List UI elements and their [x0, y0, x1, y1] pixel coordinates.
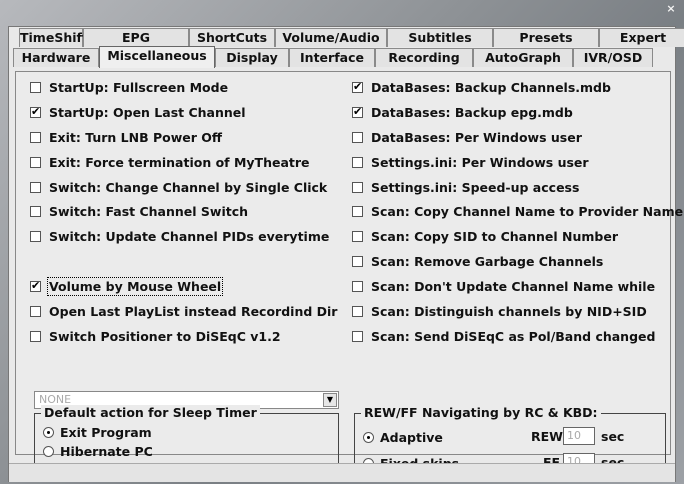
option-label: Scan: Don't Update Channel Name while [371, 278, 656, 294]
option-databases-backup-epg-mdb[interactable]: DataBases: Backup epg.mdb [352, 104, 573, 120]
option-label: StartUp: Open Last Channel [49, 104, 246, 120]
option-startup-open-last-channel[interactable]: StartUp: Open Last Channel [30, 104, 246, 120]
option-switch-positioner-to-diseqc-v1-2[interactable]: Switch Positioner to DiSEqC v1.2 [30, 328, 281, 344]
option-label: Volume by Mouse Wheel [46, 276, 224, 296]
radio-exit-program[interactable]: Exit Program [43, 424, 152, 440]
rew-unit: sec [601, 429, 625, 444]
option-scan-copy-sid-to-channel-number[interactable]: Scan: Copy SID to Channel Number [352, 228, 618, 244]
option-label: Scan: Send DiSEqC as Pol/Band changed [371, 328, 656, 344]
checkbox[interactable] [30, 330, 41, 342]
option-databases-per-windows-user[interactable]: DataBases: Per Windows user [352, 129, 582, 145]
checkbox[interactable] [352, 205, 363, 217]
checkbox[interactable] [30, 156, 41, 168]
checkbox[interactable] [30, 305, 41, 317]
option-scan-remove-garbage-channels[interactable]: Scan: Remove Garbage Channels [352, 253, 603, 269]
checkbox[interactable] [352, 330, 363, 342]
tab-autograph[interactable]: AutoGraph [473, 48, 573, 67]
checkbox[interactable] [30, 279, 41, 292]
checkbox[interactable] [30, 181, 41, 193]
status-bar [9, 463, 675, 482]
checkbox[interactable] [30, 81, 41, 93]
tab-epg[interactable]: EPG [83, 28, 189, 47]
radio-hibernate-pc[interactable]: Hibernate PC [43, 443, 153, 459]
tab-subtitles[interactable]: Subtitles [387, 28, 493, 47]
option-label: Settings.ini: Per Windows user [371, 154, 589, 170]
checkbox[interactable] [352, 305, 363, 317]
checkbox[interactable] [352, 131, 363, 143]
option-label: Scan: Copy Channel Name to Provider Name [371, 203, 684, 219]
radio-label: Adaptive [380, 429, 443, 445]
checkbox[interactable] [352, 280, 363, 292]
tab-timeshift[interactable]: TimeShift [19, 28, 88, 47]
tab-row-bottom: Hardware Miscellaneous Display Interface Rec… [9, 46, 679, 68]
rew-label: REW [531, 429, 563, 444]
option-settings-ini-speed-up-access[interactable]: Settings.ini: Speed-up access [352, 179, 579, 195]
tab-hardware[interactable]: Hardware [13, 48, 99, 67]
option-label: Scan: Distinguish channels by NID+SID [371, 303, 647, 319]
option-switch-change-channel-by-single-click[interactable]: Switch: Change Channel by Single Click [30, 179, 327, 195]
option-scan-don-t-update-channel-name-while[interactable]: Scan: Don't Update Channel Name while [352, 278, 655, 294]
radio-button[interactable] [43, 426, 54, 438]
checkbox[interactable] [352, 255, 363, 267]
checkbox[interactable] [352, 105, 363, 118]
option-label: Settings.ini: Speed-up access [371, 179, 580, 195]
tab-row-top: TimeShift EPG ShortCuts Volume/Audio Subtitl… [9, 28, 684, 48]
option-label: DataBases: Backup epg.mdb [371, 104, 573, 120]
close-icon[interactable]: × [663, 2, 679, 16]
radio-adaptive[interactable]: Adaptive [363, 429, 443, 445]
option-label: DataBases: Per Windows user [371, 129, 582, 145]
tab-presets[interactable]: Presets [493, 28, 599, 47]
checkbox[interactable] [352, 230, 363, 242]
chevron-down-icon[interactable]: ▼ [323, 393, 337, 407]
option-label: StartUp: Fullscreen Mode [49, 79, 229, 95]
checkbox[interactable] [30, 131, 41, 143]
sleep-timer-group-title: Default action for Sleep Timer [41, 405, 260, 420]
radio-label: Exit Program [60, 424, 152, 440]
option-scan-send-diseqc-as-pol-band-changed[interactable]: Scan: Send DiSEqC as Pol/Band changed [352, 328, 655, 344]
option-exit-turn-lnb-power-off[interactable]: Exit: Turn LNB Power Off [30, 129, 222, 145]
radio-button[interactable] [43, 445, 54, 457]
option-label: Open Last PlayList instead Recordind Dir [49, 303, 338, 319]
option-scan-distinguish-channels-by-nid-sid[interactable]: Scan: Distinguish channels by NID+SID [352, 303, 647, 319]
tab-expert[interactable]: Expert [599, 28, 684, 47]
option-switch-fast-channel-switch[interactable]: Switch: Fast Channel Switch [30, 203, 248, 219]
option-label: Scan: Remove Garbage Channels [371, 253, 604, 269]
option-label: Switch: Update Channel PIDs everytime [49, 228, 330, 244]
tab-volume-audio[interactable]: Volume/Audio [275, 28, 387, 47]
tab-display[interactable]: Display [215, 48, 289, 67]
option-label: Scan: Copy SID to Channel Number [371, 228, 618, 244]
option-open-last-playlist-instead-recordind-dir[interactable]: Open Last PlayList instead Recordind Dir [30, 303, 337, 319]
tab-shortcuts[interactable]: ShortCuts [189, 28, 275, 47]
option-exit-force-termination-of-mytheatre[interactable]: Exit: Force termination of MyTheatre [30, 154, 310, 170]
checkbox[interactable] [352, 181, 363, 193]
options-window: TimeShift EPG ShortCuts Volume/Audio Subtitl… [8, 26, 684, 482]
checkbox[interactable] [30, 205, 41, 217]
rew-input[interactable]: 10 [563, 427, 595, 445]
tab-miscellaneous[interactable]: Miscellaneous [99, 46, 215, 68]
tab-interface[interactable]: Interface [289, 48, 375, 67]
option-label: DataBases: Backup Channels.mdb [371, 79, 611, 95]
tab-recording[interactable]: Recording [375, 48, 473, 67]
checkbox[interactable] [352, 80, 363, 93]
radio-button[interactable] [363, 431, 374, 443]
radio-label: Hibernate PC [60, 443, 153, 459]
option-switch-update-channel-pids-everytime[interactable]: Switch: Update Channel PIDs everytime [30, 228, 329, 244]
option-label: Exit: Turn LNB Power Off [49, 129, 223, 145]
checkbox[interactable] [30, 230, 41, 242]
rew-ff-group-title: REW/FF Navigating by RC & KBD: [361, 405, 601, 420]
option-label: Switch: Change Channel by Single Click [49, 179, 328, 195]
tab-ivr-osd[interactable]: IVR/OSD [573, 48, 653, 67]
option-label: Switch: Fast Channel Switch [49, 203, 249, 219]
option-settings-ini-per-windows-user[interactable]: Settings.ini: Per Windows user [352, 154, 589, 170]
option-scan-copy-channel-name-to-provider-name[interactable]: Scan: Copy Channel Name to Provider Name [352, 203, 683, 219]
option-label: Switch Positioner to DiSEqC v1.2 [49, 328, 281, 344]
checkbox[interactable] [352, 156, 363, 168]
option-volume-by-mouse-wheel[interactable]: Volume by Mouse Wheel [30, 276, 224, 296]
option-databases-backup-channels-mdb[interactable]: DataBases: Backup Channels.mdb [352, 79, 611, 95]
option-label: Exit: Force termination of MyTheatre [49, 154, 310, 170]
checkbox[interactable] [30, 105, 41, 118]
miscellaneous-panel: StartUp: Fullscreen Mode StartUp: Open La… [15, 71, 683, 481]
option-startup-fullscreen-mode[interactable]: StartUp: Fullscreen Mode [30, 79, 228, 95]
